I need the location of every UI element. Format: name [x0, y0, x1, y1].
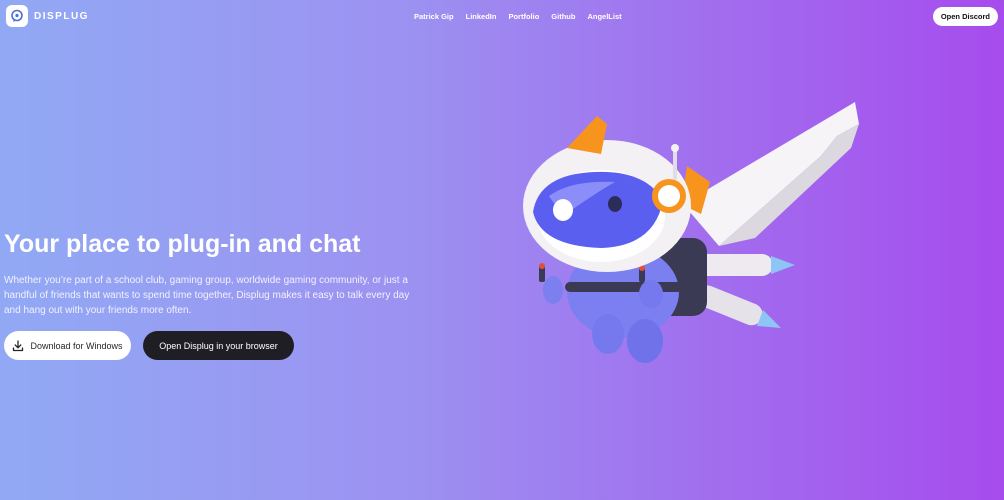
nav-link-github[interactable]: Github [551, 12, 575, 21]
mascot-helmet [523, 116, 691, 272]
brand-name: DISPLUG [34, 10, 89, 22]
brand-logo[interactable]: DISPLUG [6, 5, 89, 27]
download-icon [12, 339, 24, 352]
jetpack-wing [681, 102, 859, 246]
hero-title: Your place to plug-in and chat [4, 230, 361, 258]
nav-link-angellist[interactable]: AngelList [587, 12, 621, 21]
download-button-label: Download for Windows [30, 340, 123, 351]
top-nav: DISPLUG Patrick Gip LinkedIn Portfolio G… [0, 0, 1004, 34]
open-discord-button[interactable]: Open Discord [932, 7, 998, 26]
browser-button-label: Open Displug in your browser [159, 340, 278, 351]
jetpack-rockets [695, 254, 795, 328]
download-for-windows-button[interactable]: Download for Windows [4, 331, 131, 360]
nav-links: Patrick Gip LinkedIn Portfolio Github An… [414, 12, 622, 21]
nav-link-portfolio[interactable]: Portfolio [508, 12, 539, 21]
open-in-browser-button[interactable]: Open Displug in your browser [143, 331, 294, 360]
nav-link-patrick-gip[interactable]: Patrick Gip [414, 12, 454, 21]
hero-description: Whether you’re part of a school club, ga… [4, 275, 410, 316]
chat-bubble-logo-icon [6, 5, 28, 27]
astronaut-mascot-illustration [523, 102, 859, 363]
nav-link-linkedin[interactable]: LinkedIn [466, 12, 497, 21]
